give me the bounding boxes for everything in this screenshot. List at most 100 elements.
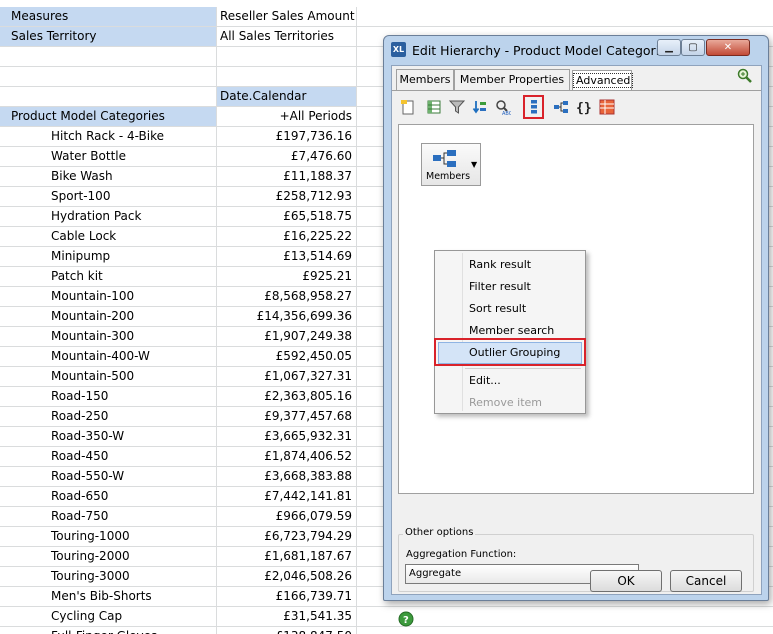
empty-cell[interactable] xyxy=(0,47,217,66)
product-model-cell[interactable]: Mountain-400-W xyxy=(0,347,217,366)
product-model-cell[interactable]: Mountain-200 xyxy=(0,307,217,326)
menu-item-sort-result[interactable]: Sort result xyxy=(469,299,526,319)
sales-amount-cell[interactable]: £3,668,383.88 xyxy=(217,467,357,486)
sales-amount-cell[interactable]: £11,188.37 xyxy=(217,167,357,186)
product-model-cell[interactable]: Cable Lock xyxy=(0,227,217,246)
menu-item-member-search[interactable]: Member search xyxy=(469,321,554,341)
empty-cell[interactable] xyxy=(217,67,357,86)
sales-amount-cell[interactable]: £1,907,249.38 xyxy=(217,327,357,346)
close-icon: ✕ xyxy=(723,42,733,53)
tab-member-properties[interactable]: Member Properties xyxy=(454,69,570,90)
sales-amount-cell[interactable]: £31,541.35 xyxy=(217,607,357,626)
measures-value[interactable]: Reseller Sales Amount xyxy=(217,7,357,26)
product-model-cell[interactable]: Mountain-100 xyxy=(0,287,217,306)
product-model-cell[interactable]: Full-Finger Gloves xyxy=(0,627,217,634)
product-model-cell[interactable]: Road-450 xyxy=(0,447,217,466)
date-calendar-header[interactable]: Date.Calendar xyxy=(217,87,357,106)
members-context-menu: Rank result Filter result Sort result Me… xyxy=(434,250,586,414)
dialog-titlebar[interactable]: XL Edit Hierarchy - Product Model Catego… xyxy=(384,36,768,66)
sales-amount-cell[interactable]: £3,665,932.31 xyxy=(217,427,357,446)
sales-amount-cell[interactable]: £7,476.60 xyxy=(217,147,357,166)
all-periods-header[interactable]: +All Periods xyxy=(217,107,357,126)
measures-label[interactable]: Measures xyxy=(0,7,217,26)
product-model-cell[interactable]: Touring-3000 xyxy=(0,567,217,586)
sales-amount-cell[interactable]: £138,847.50 xyxy=(217,627,357,634)
table-icon[interactable] xyxy=(599,99,615,115)
product-model-categories-header[interactable]: Product Model Categories xyxy=(0,107,217,126)
empty-cell[interactable] xyxy=(0,87,217,106)
sales-amount-cell[interactable]: £1,681,187.67 xyxy=(217,547,357,566)
chevron-down-icon[interactable]: ▼ xyxy=(471,160,477,169)
help-icon[interactable]: ? xyxy=(398,611,414,627)
menu-item-rank-result[interactable]: Rank result xyxy=(469,255,531,275)
grid-icon[interactable] xyxy=(426,99,442,115)
ok-button[interactable]: OK xyxy=(590,570,662,592)
empty-cell[interactable] xyxy=(0,67,217,86)
product-model-cell[interactable]: Road-250 xyxy=(0,407,217,426)
sales-amount-cell[interactable]: £16,225.22 xyxy=(217,227,357,246)
members-node-button[interactable]: Members ▼ xyxy=(421,143,481,186)
sales-amount-cell[interactable]: £65,518.75 xyxy=(217,207,357,226)
svg-text:?: ? xyxy=(403,615,409,626)
sales-amount-cell[interactable]: £966,079.59 xyxy=(217,507,357,526)
hierarchy-canvas[interactable]: Members ▼ Rank result Filter result Sort… xyxy=(398,124,754,494)
sales-amount-cell[interactable]: £2,363,805.16 xyxy=(217,387,357,406)
empty-cell[interactable] xyxy=(217,47,357,66)
product-model-cell[interactable]: Sport-100 xyxy=(0,187,217,206)
menu-item-remove-item[interactable]: Remove item xyxy=(469,393,542,413)
tab-advanced[interactable]: Advanced xyxy=(572,70,634,91)
sales-amount-cell[interactable]: £7,442,141.81 xyxy=(217,487,357,506)
braces-icon[interactable]: {} xyxy=(576,99,592,115)
sales-amount-cell[interactable]: £258,712.93 xyxy=(217,187,357,206)
sales-amount-cell[interactable]: £166,739.71 xyxy=(217,587,357,606)
product-model-cell[interactable]: Road-150 xyxy=(0,387,217,406)
product-model-cell[interactable]: Minipump xyxy=(0,247,217,266)
territory-label[interactable]: Sales Territory xyxy=(0,27,217,46)
product-model-cell[interactable]: Road-650 xyxy=(0,487,217,506)
sales-amount-cell[interactable]: £1,874,406.52 xyxy=(217,447,357,466)
maximize-button[interactable]: ▢ xyxy=(681,39,705,56)
product-model-cell[interactable]: Cycling Cap xyxy=(0,607,217,626)
rank-icon[interactable] xyxy=(526,99,542,115)
tab-advanced-label: Advanced xyxy=(573,73,634,88)
zoom-help-icon[interactable] xyxy=(737,68,753,84)
new-icon[interactable] xyxy=(400,99,416,115)
product-model-cell[interactable]: Patch kit xyxy=(0,267,217,286)
tab-members[interactable]: Members xyxy=(396,69,454,90)
menu-item-filter-result[interactable]: Filter result xyxy=(469,277,531,297)
sales-amount-cell[interactable]: £6,723,794.29 xyxy=(217,527,357,546)
sales-amount-cell[interactable]: £592,450.05 xyxy=(217,347,357,366)
menu-item-outlier-grouping[interactable]: Outlier Grouping xyxy=(469,343,560,363)
sales-amount-cell[interactable]: £925.21 xyxy=(217,267,357,286)
product-model-cell[interactable]: Bike Wash xyxy=(0,167,217,186)
sales-amount-cell[interactable]: £14,356,699.36 xyxy=(217,307,357,326)
sales-amount-cell[interactable]: £1,067,327.31 xyxy=(217,367,357,386)
territory-value[interactable]: All Sales Territories xyxy=(217,27,357,46)
minimize-button[interactable]: ▁ xyxy=(657,39,681,56)
cancel-button[interactable]: Cancel xyxy=(670,570,742,592)
product-model-cell[interactable]: Road-750 xyxy=(0,507,217,526)
sales-amount-cell[interactable]: £9,377,457.68 xyxy=(217,407,357,426)
product-model-cell[interactable]: Hitch Rack - 4-Bike xyxy=(0,127,217,146)
product-model-cell[interactable]: Road-550-W xyxy=(0,467,217,486)
sort-icon[interactable] xyxy=(472,99,488,115)
product-model-cell[interactable]: Touring-2000 xyxy=(0,547,217,566)
product-model-cell[interactable]: Road-350-W xyxy=(0,427,217,446)
sales-amount-cell[interactable]: £8,568,958.27 xyxy=(217,287,357,306)
product-model-cell[interactable]: Hydration Pack xyxy=(0,207,217,226)
sales-amount-cell[interactable]: £197,736.16 xyxy=(217,127,357,146)
product-model-cell[interactable]: Touring-1000 xyxy=(0,527,217,546)
filter-icon[interactable] xyxy=(449,99,465,115)
product-model-cell[interactable]: Mountain-500 xyxy=(0,367,217,386)
product-model-cell[interactable]: Mountain-300 xyxy=(0,327,217,346)
menu-item-edit[interactable]: Edit... xyxy=(469,371,501,391)
product-model-cell[interactable]: Water Bottle xyxy=(0,147,217,166)
tab-divider xyxy=(392,90,761,91)
hierarchy-icon[interactable] xyxy=(553,99,569,115)
sales-amount-cell[interactable]: £2,046,508.26 xyxy=(217,567,357,586)
close-button[interactable]: ✕ xyxy=(706,39,750,56)
sales-amount-cell[interactable]: £13,514.69 xyxy=(217,247,357,266)
table-row: Cycling Cap £31,541.35 xyxy=(0,607,773,627)
product-model-cell[interactable]: Men's Bib-Shorts xyxy=(0,587,217,606)
search-abc-icon[interactable]: ABC xyxy=(495,99,511,115)
